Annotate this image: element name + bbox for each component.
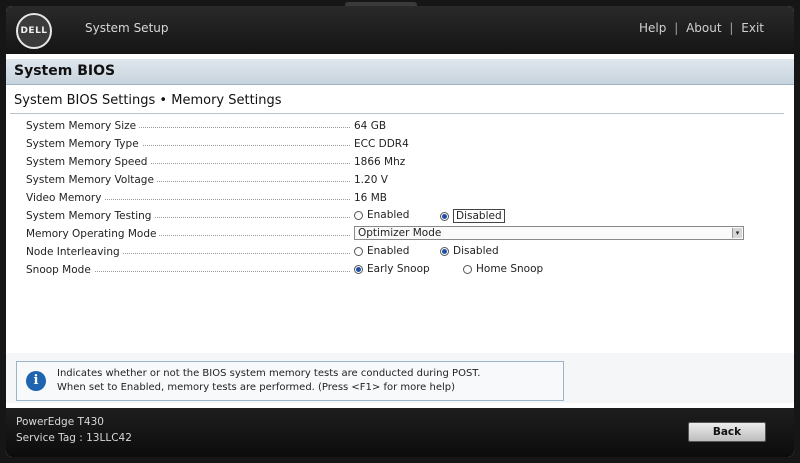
radio-on-icon [354,264,363,274]
radio-off-icon [463,264,472,274]
setting-label: System Memory Speed [26,156,151,168]
link-separator: | [729,21,734,35]
page-title: System BIOS Settings • Memory Settings [14,93,282,108]
radio-label: Enabled [367,209,410,221]
snoop-mode-early-radio[interactable]: Early Snoop [354,263,430,275]
radio-label: Disabled [453,209,505,223]
help-text: Indicates whether or not the BIOS system… [57,367,557,395]
radio-off-icon [354,246,363,256]
radio-label: Early Snoop [367,263,430,275]
setting-value: 16 MB [354,192,387,204]
setting-label: Snoop Mode [26,264,94,276]
setting-row-memory-size: System Memory Size 64 GB [26,117,766,135]
section-title: System BIOS [14,63,116,79]
setting-row-memory-voltage: System Memory Voltage 1.20 V [26,171,766,189]
memory-testing-enabled-radio[interactable]: Enabled [354,209,409,221]
setting-row-node-interleaving: Node Interleaving Enabled Disabled [26,243,766,261]
setting-value: 1.20 V [354,174,388,186]
setting-row-video-memory: Video Memory 16 MB [26,189,766,207]
setting-row-operating-mode: Memory Operating Mode Optimizer Mode ▾ [26,225,766,243]
info-icon: i [26,371,46,391]
setting-label: Memory Operating Mode [26,228,160,240]
select-value: Optimizer Mode [358,227,442,239]
help-link[interactable]: Help [639,21,666,35]
system-model: PowerEdge T430 [16,416,104,428]
setting-label: System Memory Type [26,138,142,150]
bios-screen: DELL System Setup Help | About | Exit Sy… [6,6,794,457]
service-tag: Service Tag : 13LLC42 [16,432,132,444]
header-bar: DELL System Setup Help | About | Exit [6,6,794,54]
setting-row-memory-type: System Memory Type ECC DDR4 [26,135,766,153]
app-title: System Setup [85,21,169,35]
help-line: When set to Enabled, memory tests are pe… [57,382,456,393]
setting-label: System Memory Testing [26,210,155,222]
setting-label: Node Interleaving [26,246,123,258]
dell-logo-icon: DELL [16,13,52,49]
setting-row-memory-testing: System Memory Testing Enabled Disabled [26,207,766,225]
exit-link[interactable]: Exit [741,21,764,35]
radio-on-icon [440,211,449,221]
back-button[interactable]: Back [688,422,766,442]
setting-value: ECC DDR4 [354,138,409,150]
radio-label: Enabled [367,245,410,257]
section-band: System BIOS [6,59,794,85]
dropdown-arrow-icon[interactable]: ▾ [732,228,742,238]
setting-value: 64 GB [354,120,387,132]
about-link[interactable]: About [686,21,721,35]
header-links: Help | About | Exit [639,21,764,35]
setting-label: System Memory Size [26,120,140,132]
setting-label: System Memory Voltage [26,174,157,186]
help-box: i Indicates whether or not the BIOS syst… [16,361,564,401]
settings-list: System Memory Size 64 GB System Memory T… [26,117,766,279]
setting-value: 1866 Mhz [354,156,406,168]
help-line: Indicates whether or not the BIOS system… [57,368,481,379]
setting-label: Video Memory [26,192,105,204]
snoop-mode-home-radio[interactable]: Home Snoop [463,263,543,275]
radio-on-icon [440,246,449,256]
title-divider [10,113,784,114]
memory-testing-disabled-radio[interactable]: Disabled [440,209,505,223]
radio-label: Home Snoop [476,263,544,275]
link-separator: | [674,21,679,35]
footer-bar: PowerEdge T430 Service Tag : 13LLC42 Bac… [6,408,794,457]
node-interleaving-disabled-radio[interactable]: Disabled [440,245,499,257]
node-interleaving-enabled-radio[interactable]: Enabled [354,245,409,257]
radio-label: Disabled [453,245,499,257]
radio-off-icon [354,210,363,220]
operating-mode-select[interactable]: Optimizer Mode ▾ [354,226,744,240]
setting-row-snoop-mode: Snoop Mode Early Snoop Home Snoop [26,261,766,279]
setting-row-memory-speed: System Memory Speed 1866 Mhz [26,153,766,171]
